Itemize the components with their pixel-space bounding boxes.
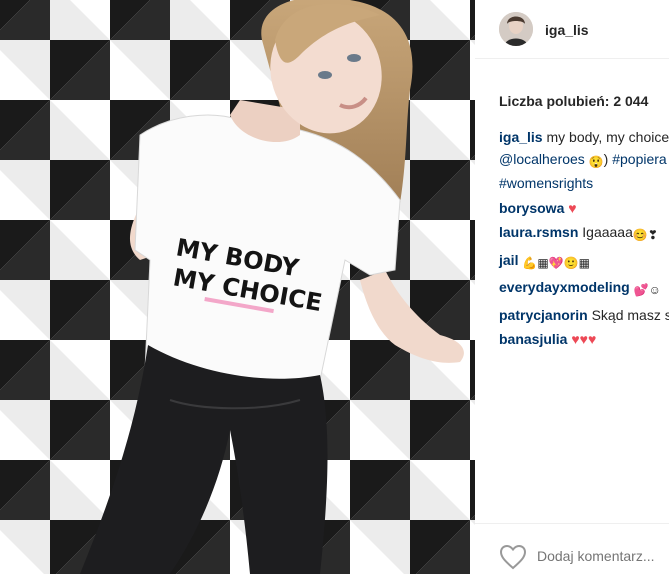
post-sidebar: iga_lis Liczba polubień: 2 044 iga_lis m… bbox=[475, 0, 669, 574]
hashtag-link-popiera[interactable]: #popiera bbox=[612, 151, 667, 167]
comment-text: Igaaaaa bbox=[578, 224, 633, 240]
avatar[interactable] bbox=[499, 12, 533, 46]
caption-username[interactable]: iga_lis bbox=[499, 129, 543, 145]
red-heart-icon: ♥ bbox=[568, 199, 577, 216]
comment-username[interactable]: borysowa bbox=[499, 200, 564, 216]
comments-list: iga_lis my body, my choice @localheroes … bbox=[499, 127, 669, 351]
avatar-photo-icon bbox=[499, 12, 533, 46]
emoji-placeholder-icon: ▦ bbox=[537, 255, 549, 270]
mention-link[interactable]: @localheroes bbox=[499, 151, 585, 167]
like-button[interactable] bbox=[499, 544, 527, 570]
list-item: patrycjanorin Skąd masz s bbox=[499, 305, 669, 327]
face-emoji-icon: 🙂 bbox=[563, 255, 579, 270]
heart-outline-icon bbox=[499, 544, 527, 570]
hashtag-link-womensrights[interactable]: #womensrights bbox=[499, 175, 593, 191]
comment-text: Skąd masz s bbox=[587, 306, 669, 323]
astonished-emoji-icon: 😲 bbox=[588, 154, 604, 169]
post-author-username[interactable]: iga_lis bbox=[545, 22, 589, 38]
post-header: iga_lis bbox=[475, 0, 669, 59]
caption-line-2: @localheroes 😲) #popiera bbox=[499, 149, 669, 174]
caption-line-3: #womensrights bbox=[499, 173, 669, 195]
flexed-biceps-emoji-icon: 💪 bbox=[522, 255, 538, 270]
comment-username[interactable]: patrycjanorin bbox=[499, 307, 588, 323]
red-heart-icon: ♥♥♥ bbox=[571, 331, 597, 347]
comment-username[interactable]: everydayxmodeling bbox=[499, 279, 630, 295]
list-item: borysowa ♥ bbox=[499, 198, 669, 220]
post-photo[interactable]: MY BODY MY CHOICE bbox=[0, 0, 475, 574]
hearts-emoji-icon: 💕 bbox=[633, 283, 649, 297]
add-comment-input[interactable] bbox=[537, 548, 669, 564]
like-count: Liczba polubień: 2 044 bbox=[499, 93, 649, 109]
list-item: everydayxmodeling 💕☺ bbox=[499, 277, 669, 302]
photo-illustration: MY BODY MY CHOICE bbox=[0, 0, 475, 574]
emoji-placeholder-icon: ▦ bbox=[578, 255, 590, 270]
heart-emoji-icon: ❣ bbox=[647, 228, 658, 242]
post-footer bbox=[475, 523, 669, 574]
list-item: jail 💪▦💖🙂▦ bbox=[499, 250, 669, 275]
caption: iga_lis my body, my choice bbox=[499, 127, 669, 149]
comment-username[interactable]: banasjulia bbox=[499, 331, 567, 347]
comment-username[interactable]: laura.rsmsn bbox=[499, 224, 578, 240]
heart-eyes-emoji-icon: 💖 bbox=[548, 255, 564, 270]
smiley-emoji-icon: ☺ bbox=[648, 283, 661, 297]
list-item: laura.rsmsn Igaaaaa😊❣ bbox=[499, 222, 669, 247]
caption-text: my body, my choice bbox=[542, 129, 669, 145]
smiling-emoji-icon: 😊 bbox=[632, 228, 648, 242]
comment-username[interactable]: jail bbox=[499, 252, 518, 268]
list-item: banasjulia ♥♥♥ bbox=[499, 329, 669, 351]
